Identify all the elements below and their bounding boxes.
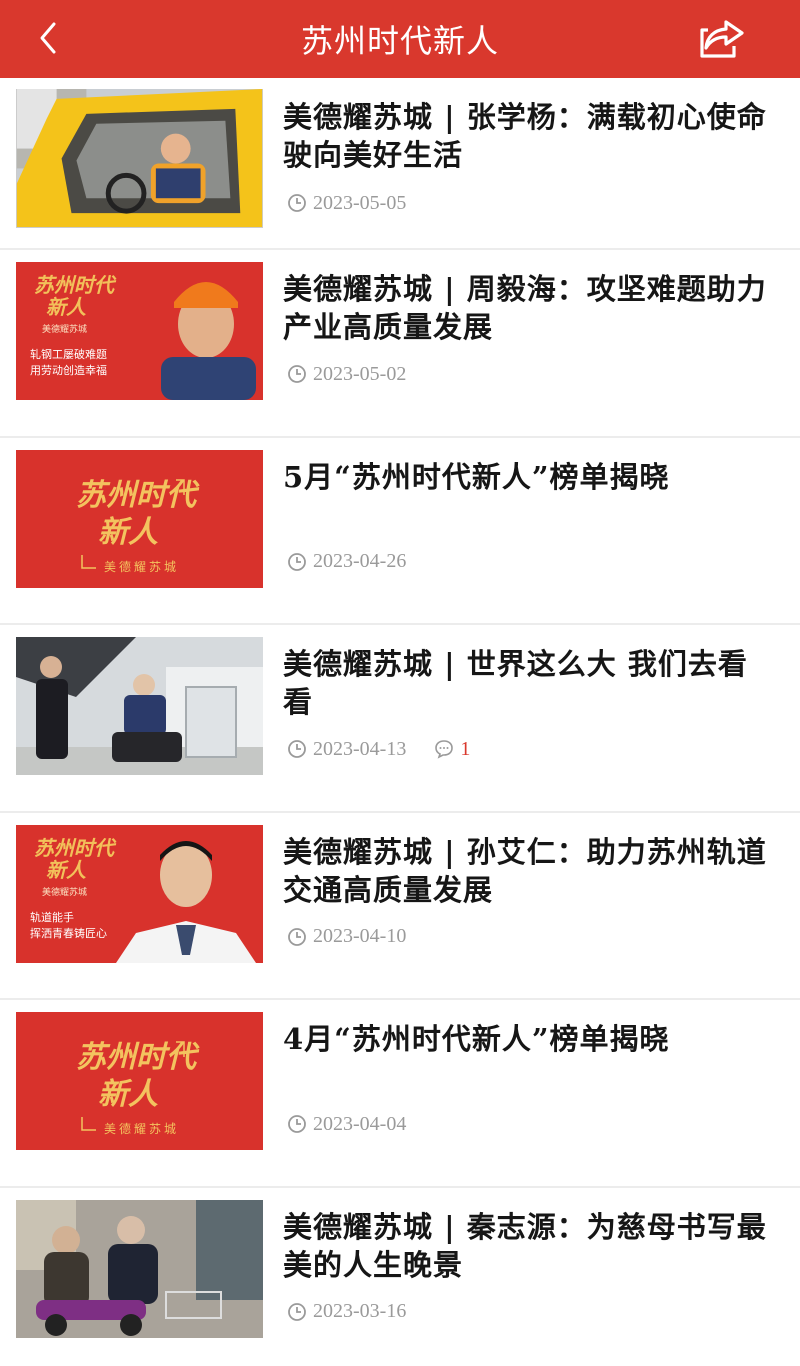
- article-meta: 2023-04-13 1: [287, 737, 470, 761]
- svg-text:新人: 新人: [98, 515, 158, 550]
- clock-icon: [288, 740, 306, 758]
- article-date: 2023-05-02: [313, 362, 407, 385]
- article-thumbnail[interactable]: 苏州时代 新人 美德耀苏城 轨道能手 挥洒青春铸匠心: [16, 824, 263, 963]
- article-thumbnail[interactable]: [16, 1199, 263, 1338]
- article-thumbnail[interactable]: 苏州时代 新人 美德耀苏城: [16, 1012, 263, 1150]
- article-thumbnail[interactable]: [16, 637, 263, 775]
- clock-icon: [288, 194, 306, 212]
- article-meta: 2023-04-26: [287, 550, 406, 574]
- app-header: 苏州时代新人: [0, 0, 800, 78]
- article-title[interactable]: 美德耀苏城 | 孙艾仁：助力苏州轨道交通高质量发展: [283, 833, 773, 909]
- article-title[interactable]: 美德耀苏城 | 世界这么大 我们去看看: [283, 645, 773, 721]
- clock-icon: [288, 552, 306, 571]
- share-icon: [700, 20, 744, 58]
- article-meta: 2023-05-05: [287, 191, 406, 215]
- svg-text:用劳动创造幸福: 用劳动创造幸福: [30, 363, 107, 377]
- article-meta: 2023-04-10: [287, 925, 406, 949]
- chevron-left-icon: [40, 22, 56, 54]
- svg-text:新人: 新人: [98, 1077, 158, 1112]
- article-list: 美德耀苏城 | 张学杨：满载初心使命 驶向美好生活 2023-05-05 苏州时…: [0, 78, 800, 1366]
- svg-text:新人: 新人: [46, 858, 87, 882]
- wheelchair-station-photo: [16, 637, 263, 775]
- article-item[interactable]: 苏州时代 新人 美德耀苏城 轧钢工屡破难题 用劳动创造幸福 美德耀苏城 | 周毅…: [0, 250, 800, 438]
- article-thumbnail[interactable]: [16, 89, 263, 228]
- article-title[interactable]: 5月“苏州时代新人”榜单揭晓: [283, 458, 773, 496]
- svg-text:美德耀苏城: 美德耀苏城: [104, 559, 179, 574]
- article-date: 2023-04-26: [313, 550, 407, 572]
- brand-logo-image: 苏州时代 新人 美德耀苏城: [16, 449, 263, 588]
- page-title: 苏州时代新人: [300, 22, 499, 60]
- article-title[interactable]: 美德耀苏城 | 周毅海：攻坚难题助力产业高质量发展: [283, 270, 773, 346]
- article-item[interactable]: 苏州时代 新人 美德耀苏城 4月“苏州时代新人”榜单揭晓 2023-04-04: [0, 1000, 800, 1188]
- svg-text:轨道能手: 轨道能手: [30, 910, 74, 924]
- back-button[interactable]: [30, 18, 70, 58]
- article-date: 2023-04-10: [313, 925, 407, 947]
- article-date: 2023-04-13: [313, 737, 407, 760]
- brand-logo-image: 苏州时代 新人 美德耀苏城: [16, 1012, 263, 1150]
- article-meta: 2023-04-04: [287, 1112, 406, 1136]
- comment-icon[interactable]: [434, 739, 454, 759]
- article-thumbnail[interactable]: 苏州时代 新人 美德耀苏城 轧钢工屡破难题 用劳动创造幸福: [16, 262, 263, 400]
- svg-text:苏州时代: 苏州时代: [76, 478, 200, 513]
- svg-text:新人: 新人: [46, 295, 87, 319]
- rail-worker-poster-image: 苏州时代 新人 美德耀苏城 轨道能手 挥洒青春铸匠心: [16, 824, 263, 963]
- article-date: 2023-04-04: [313, 1112, 407, 1135]
- share-button[interactable]: [696, 16, 750, 62]
- svg-text:轧钢工屡破难题: 轧钢工屡破难题: [30, 347, 107, 361]
- clock-icon: [288, 365, 306, 383]
- mother-son-photo: [16, 1199, 263, 1338]
- article-meta: 2023-05-02: [287, 362, 406, 386]
- article-title[interactable]: 美德耀苏城 | 秦志源：为慈母书写最美的人生晚景: [283, 1208, 773, 1284]
- article-date: 2023-05-05: [313, 191, 407, 214]
- comment-count[interactable]: 1: [460, 738, 470, 761]
- article-meta: 2023-03-16: [287, 1300, 406, 1324]
- article-title[interactable]: 4月“苏州时代新人”榜单揭晓: [283, 1020, 773, 1058]
- svg-text:挥洒青春铸匠心: 挥洒青春铸匠心: [30, 926, 107, 940]
- svg-text:美德耀苏城: 美德耀苏城: [42, 886, 87, 898]
- svg-text:苏州时代: 苏州时代: [34, 836, 117, 860]
- article-item[interactable]: 苏州时代 新人 美德耀苏城 轨道能手 挥洒青春铸匠心 美德耀苏城 | 孙艾仁：助…: [0, 813, 800, 1000]
- clock-icon: [288, 1302, 306, 1321]
- article-title[interactable]: 美德耀苏城 | 张学杨：满载初心使命 驶向美好生活: [283, 98, 773, 174]
- svg-text:苏州时代: 苏州时代: [34, 273, 117, 297]
- article-thumbnail[interactable]: 苏州时代 新人 美德耀苏城: [16, 449, 263, 588]
- article-item[interactable]: 苏州时代 新人 美德耀苏城 5月“苏州时代新人”榜单揭晓 2023-04-26: [0, 438, 800, 625]
- article-item[interactable]: 美德耀苏城 | 张学杨：满载初心使命 驶向美好生活 2023-05-05: [0, 78, 800, 250]
- svg-text:美德耀苏城: 美德耀苏城: [104, 1121, 179, 1136]
- article-item[interactable]: 美德耀苏城 | 世界这么大 我们去看看 2023-04-13 1: [0, 625, 800, 813]
- svg-text:美德耀苏城: 美德耀苏城: [42, 323, 87, 335]
- article-item[interactable]: 美德耀苏城 | 秦志源：为慈母书写最美的人生晚景 2023-03-16: [0, 1188, 800, 1366]
- svg-text:苏州时代: 苏州时代: [76, 1040, 200, 1075]
- worker-poster-image: 苏州时代 新人 美德耀苏城 轧钢工屡破难题 用劳动创造幸福: [16, 262, 263, 400]
- article-date: 2023-03-16: [313, 1300, 407, 1322]
- clock-icon: [288, 927, 306, 946]
- clock-icon: [288, 1115, 306, 1133]
- truck-driver-photo: [16, 89, 263, 227]
